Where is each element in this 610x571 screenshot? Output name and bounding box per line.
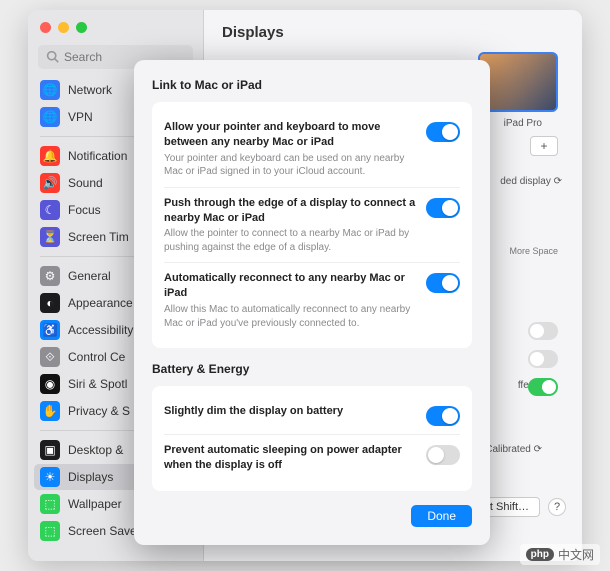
add-display-button[interactable]: + bbox=[530, 136, 558, 156]
done-button[interactable]: Done bbox=[411, 505, 472, 527]
display-thumbnail[interactable] bbox=[478, 52, 558, 112]
row-universal-control: Allow your pointer and keyboard to move … bbox=[164, 112, 460, 187]
row-title: Automatically reconnect to any nearby Ma… bbox=[164, 271, 416, 301]
row-text: Allow your pointer and keyboard to move … bbox=[164, 120, 416, 179]
toggle-auto-reconnect[interactable] bbox=[426, 273, 460, 293]
close-window-button[interactable] bbox=[40, 22, 51, 33]
bg-toggle-1[interactable] bbox=[528, 322, 558, 340]
sidebar-item-label: General bbox=[68, 269, 111, 283]
section-title-battery: Battery & Energy bbox=[152, 362, 472, 376]
row-dim-battery: Slightly dim the display on battery bbox=[164, 396, 460, 434]
sidebar-item-label: VPN bbox=[68, 110, 93, 124]
sidebar-item-label: Control Ce bbox=[68, 350, 125, 364]
search-icon bbox=[46, 50, 59, 63]
row-auto-reconnect: Automatically reconnect to any nearby Ma… bbox=[164, 262, 460, 338]
sidebar-item-label: Wallpaper bbox=[68, 497, 122, 511]
minimize-window-button[interactable] bbox=[58, 22, 69, 33]
row-text: Slightly dim the display on battery bbox=[164, 404, 416, 419]
page-title: Displays bbox=[222, 24, 564, 41]
sidebar-item-label: Appearance bbox=[68, 296, 133, 310]
sidebar-item-label: Sound bbox=[68, 176, 103, 190]
more-space-label: More Space bbox=[509, 246, 558, 256]
display-name-label: iPad Pro bbox=[504, 118, 542, 129]
sidebar-item-label: Screen Tim bbox=[68, 230, 129, 244]
watermark-badge: php bbox=[526, 548, 554, 561]
sidebar-item-label: Notification bbox=[68, 149, 127, 163]
modal-footer: Done bbox=[152, 505, 472, 527]
sidebar-item-label: Screen Saver bbox=[68, 524, 141, 538]
row-push-through: Push through the edge of a display to co… bbox=[164, 187, 460, 263]
link-settings-card: Allow your pointer and keyboard to move … bbox=[152, 102, 472, 348]
maximize-window-button[interactable] bbox=[76, 22, 87, 33]
row-text: Push through the edge of a display to co… bbox=[164, 196, 416, 255]
row-title: Push through the edge of a display to co… bbox=[164, 196, 416, 226]
watermark-text: 中文网 bbox=[558, 546, 594, 563]
row-title: Allow your pointer and keyboard to move … bbox=[164, 120, 416, 150]
row-text: Automatically reconnect to any nearby Ma… bbox=[164, 271, 416, 330]
row-prevent-sleep: Prevent automatic sleeping on power adap… bbox=[164, 434, 460, 481]
advanced-settings-modal: Link to Mac or iPad Allow your pointer a… bbox=[134, 60, 490, 545]
row-desc: Allow the pointer to connect to a nearby… bbox=[164, 227, 416, 254]
use-as-select[interactable]: ded display ⟳ bbox=[500, 176, 562, 187]
watermark: php 中文网 bbox=[520, 544, 600, 565]
sidebar-item-label: Displays bbox=[68, 470, 113, 484]
traffic-lights bbox=[28, 10, 203, 45]
toggle-push-through[interactable] bbox=[426, 198, 460, 218]
bg-toggle-3[interactable] bbox=[528, 378, 558, 396]
row-text: Prevent automatic sleeping on power adap… bbox=[164, 443, 416, 473]
sidebar-item-label: Network bbox=[68, 83, 112, 97]
sidebar-item-label: Desktop & bbox=[68, 443, 123, 457]
toggle-dim-battery[interactable] bbox=[426, 406, 460, 426]
toggle-universal-control[interactable] bbox=[426, 122, 460, 142]
sidebar-item-label: Focus bbox=[68, 203, 101, 217]
bg-toggle-2[interactable] bbox=[528, 350, 558, 368]
help-button[interactable]: ? bbox=[548, 498, 566, 516]
row-title: Prevent automatic sleeping on power adap… bbox=[164, 443, 416, 473]
row-desc: Your pointer and keyboard can be used on… bbox=[164, 152, 416, 179]
sidebar-item-label: Siri & Spotl bbox=[68, 377, 127, 391]
sidebar-item-label: Accessibility bbox=[68, 323, 133, 337]
toggle-prevent-sleep[interactable] bbox=[426, 445, 460, 465]
sidebar-item-label: Privacy & S bbox=[68, 404, 130, 418]
battery-settings-card: Slightly dim the display on battery Prev… bbox=[152, 386, 472, 491]
row-title: Slightly dim the display on battery bbox=[164, 404, 416, 419]
section-title-link: Link to Mac or iPad bbox=[152, 78, 472, 92]
row-desc: Allow this Mac to automatically reconnec… bbox=[164, 303, 416, 330]
